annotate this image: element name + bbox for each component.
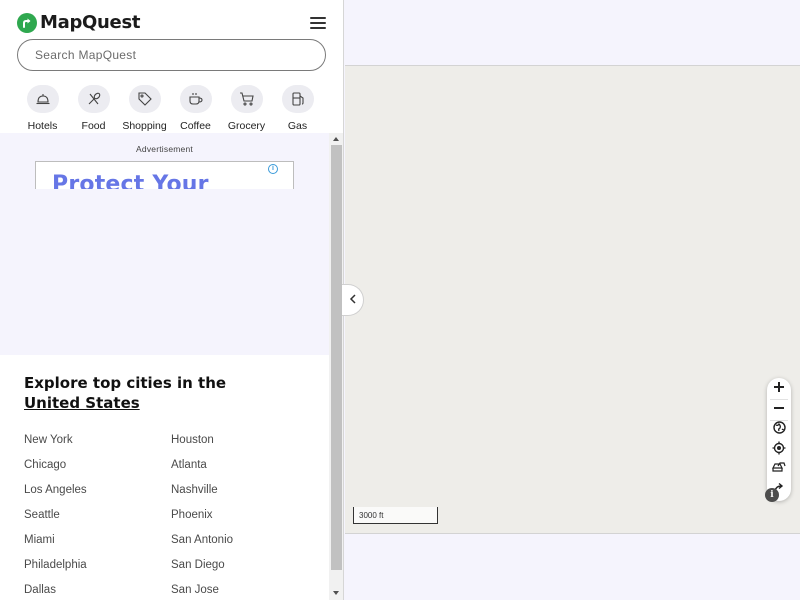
globe-icon [772,421,786,439]
menu-icon[interactable] [310,17,326,29]
traffic-button[interactable] [767,460,791,480]
cart-icon [230,85,263,113]
logo[interactable]: MapQuest [17,12,140,33]
scroll-up-arrow-icon[interactable] [333,137,339,141]
explore-title-text: Explore top cities in the [24,374,227,392]
ad-banner[interactable]: Protect Your i [35,161,294,189]
zoom-out-icon [773,401,785,419]
city-link[interactable]: Miami [24,533,171,548]
zoom-in-icon [773,380,785,398]
ad-label: Advertisement [136,144,193,154]
city-link[interactable]: San Jose [171,583,318,598]
city-link[interactable]: Houston [171,433,318,448]
category-gas[interactable]: Gas [272,85,323,132]
city-link[interactable]: San Antonio [171,533,318,548]
coffee-cup-icon [179,85,212,113]
city-list: New York Houston Chicago Atlanta Los Ang… [24,433,324,598]
category-coffee[interactable]: Coffee [170,85,221,132]
city-link[interactable]: Seattle [24,508,171,523]
fuel-pump-icon [281,85,314,113]
category-hotels[interactable]: Hotels [17,85,68,132]
logo-arrow-icon [17,12,37,33]
locate-button[interactable] [767,440,791,460]
city-link[interactable]: Phoenix [171,508,318,523]
bell-icon [26,85,59,113]
city-link[interactable]: Chicago [24,458,171,473]
tag-icon [128,85,161,113]
chevron-left-icon [349,291,357,309]
map-canvas[interactable] [345,66,800,533]
zoom-out-button[interactable] [767,400,791,420]
category-label: Shopping [122,120,167,132]
explore-title: Explore top cities in the United States [24,373,314,413]
category-label: Grocery [227,120,266,132]
category-grocery[interactable]: Grocery [221,85,272,132]
category-bar: Hotels Food Shopping Coffee Grocery Gas [17,85,323,132]
map-info-icon[interactable]: i [765,488,779,502]
search-input[interactable] [17,39,326,71]
ad-info-icon[interactable]: i [268,164,278,174]
scrollbar-thumb[interactable] [331,145,342,570]
category-label: Hotels [27,120,58,132]
map-top-band [345,0,800,66]
category-label: Food [81,120,106,132]
city-link[interactable]: Atlanta [171,458,318,473]
category-label: Gas [287,120,308,132]
traffic-icon [772,461,786,479]
explore-heading: Explore top cities in the United States [24,373,314,413]
map-scale: 3000 ft [353,507,438,524]
utensils-icon [77,85,110,113]
ad-headline: Protect Your [52,172,209,189]
globe-button[interactable] [767,420,791,440]
country-link[interactable]: United States [24,394,140,412]
city-link[interactable]: Los Angeles [24,483,171,498]
scroll-down-arrow-icon[interactable] [333,591,339,595]
city-link[interactable]: Dallas [24,583,171,598]
city-link[interactable]: New York [24,433,171,448]
logo-text: MapQuest [40,12,141,33]
zoom-in-button[interactable] [767,379,791,399]
city-link[interactable]: Nashville [171,483,318,498]
map-controls [767,378,791,501]
category-food[interactable]: Food [68,85,119,132]
category-label: Coffee [180,120,211,132]
city-link[interactable]: Philadelphia [24,558,171,573]
advertisement-area: Advertisement Protect Your i [0,133,329,355]
city-link[interactable]: San Diego [171,558,318,573]
sidebar: MapQuest Hotels Food [0,0,344,600]
map-bottom-band [345,533,800,600]
category-shopping[interactable]: Shopping [119,85,170,132]
locate-icon [772,441,786,460]
